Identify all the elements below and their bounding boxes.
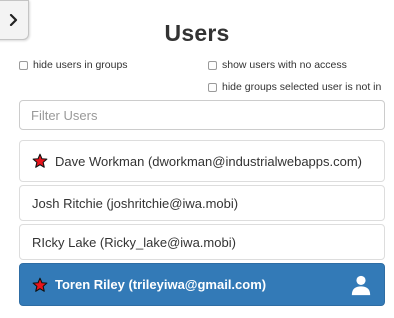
user-label: Toren Riley (trileyiwa@gmail.com) [55, 277, 267, 292]
show-users-no-access-label: show users with no access [222, 59, 347, 71]
user-label: Josh Ritchie (joshritchie@iwa.mobi) [32, 195, 239, 211]
user-item-ricky-lake[interactable]: RIcky Lake (Ricky_lake@iwa.mobi) [19, 224, 385, 260]
show-users-no-access-option[interactable]: show users with no access [208, 59, 347, 71]
user-label: Dave Workman (dworkman@industrialwebapps… [55, 153, 363, 169]
hide-groups-not-in-option[interactable]: hide groups selected user is not in [208, 81, 381, 93]
hide-users-in-groups-option[interactable]: hide users in groups [19, 59, 128, 71]
page-title: Users [164, 20, 230, 46]
hide-groups-not-in-label: hide groups selected user is not in [222, 81, 382, 93]
star-icon [32, 153, 48, 168]
hide-groups-not-in-checkbox[interactable] [208, 82, 217, 92]
user-item-toren-riley[interactable]: Toren Riley (trileyiwa@gmail.com) [19, 263, 385, 306]
star-icon [32, 277, 48, 292]
user-item-dave-workman[interactable]: Dave Workman (dworkman@industrialwebapps… [19, 140, 385, 182]
user-item-josh-ritchie[interactable]: Josh Ritchie (joshritchie@iwa.mobi) [19, 185, 385, 221]
hide-users-in-groups-label: hide users in groups [33, 59, 128, 71]
user-icon [351, 275, 371, 296]
user-label: RIcky Lake (Ricky_lake@iwa.mobi) [32, 234, 236, 250]
hide-users-in-groups-checkbox[interactable] [19, 60, 28, 70]
user-list: Dave Workman (dworkman@industrialwebapps… [19, 140, 385, 306]
show-users-no-access-checkbox[interactable] [208, 60, 217, 70]
filter-users-input[interactable] [19, 100, 385, 130]
